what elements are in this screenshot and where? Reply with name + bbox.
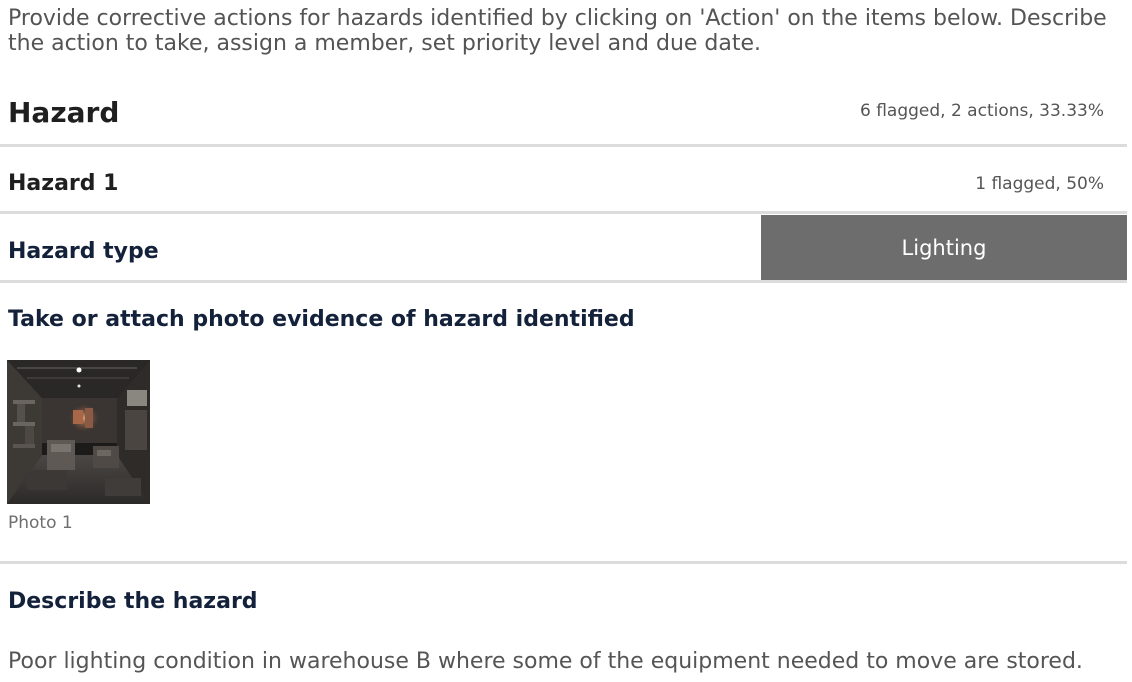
- divider: [0, 280, 1127, 283]
- divider: [0, 144, 1127, 147]
- subsection-stats: 1 flagged, 50%: [975, 174, 1104, 194]
- hazard-description-text: Poor lighting condition in warehouse B w…: [8, 649, 1083, 674]
- photo-evidence-label: Take or attach photo evidence of hazard …: [8, 307, 635, 332]
- hazard-type-answer-text: Lighting: [901, 236, 987, 260]
- instructions-text: Provide corrective actions for hazards i…: [8, 6, 1107, 56]
- describe-hazard-label: Describe the hazard: [8, 589, 258, 614]
- hazard-type-answer[interactable]: Lighting: [761, 215, 1127, 281]
- hazard-photo-thumbnail[interactable]: [7, 360, 150, 504]
- divider: [0, 211, 1127, 214]
- subsection-title: Hazard 1: [8, 171, 119, 196]
- hazard-type-label: Hazard type: [8, 239, 159, 264]
- section-title: Hazard: [8, 96, 120, 129]
- section-stats: 6 flagged, 2 actions, 33.33%: [859, 101, 1104, 121]
- photo-caption: Photo 1: [8, 513, 73, 533]
- inspection-report-page: Provide corrective actions for hazards i…: [0, 0, 1132, 682]
- warehouse-photo-image: [7, 360, 150, 504]
- divider: [0, 561, 1127, 564]
